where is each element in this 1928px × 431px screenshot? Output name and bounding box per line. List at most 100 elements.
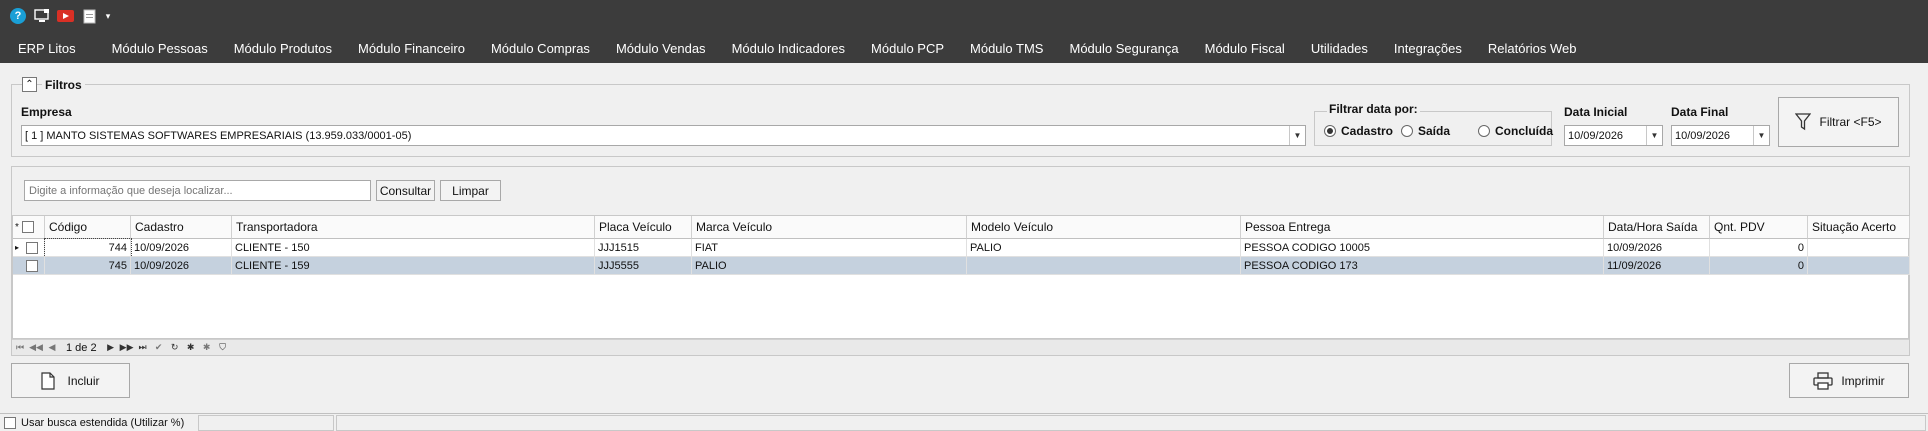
column-header[interactable]: Cadastro (131, 216, 232, 239)
table-cell-placa[interactable]: JJJ1515 (595, 239, 692, 257)
table-cell-qnt[interactable]: 0 (1710, 239, 1808, 257)
menu-item-modulo-pessoas[interactable]: Módulo Pessoas (99, 41, 221, 56)
table-cell-saida[interactable]: 10/09/2026 (1604, 239, 1710, 257)
post-check-icon[interactable]: ✔ (151, 342, 167, 353)
table-cell-transportadora[interactable]: CLIENTE - 159 (232, 257, 595, 275)
data-final-field[interactable]: 10/09/2026 ▼ (1671, 125, 1770, 146)
new-document-icon (41, 371, 56, 390)
insert-icon[interactable]: ✱ (183, 342, 199, 353)
table-cell-marca[interactable]: PALIO (692, 257, 967, 275)
data-inicial-field[interactable]: 10/09/2026 ▼ (1564, 125, 1663, 146)
row-checkbox[interactable] (26, 259, 38, 272)
menu-item-modulo-fiscal[interactable]: Módulo Fiscal (1192, 41, 1298, 56)
filter-row-icon[interactable]: ⛉ (215, 342, 231, 353)
incluir-button[interactable]: Incluir (11, 363, 130, 398)
delete-icon[interactable]: ✱ (199, 342, 215, 353)
refresh-icon[interactable]: ↻ (167, 342, 183, 353)
table-cell-modelo[interactable]: PALIO (967, 239, 1241, 257)
menu-item-modulo-compras[interactable]: Módulo Compras (478, 41, 603, 56)
quick-access-dropdown-icon[interactable]: ▾ (103, 8, 113, 24)
column-header[interactable]: Marca Veículo (692, 216, 967, 239)
table-cell-cadastro[interactable]: 10/09/2026 (131, 239, 232, 257)
menu-item-modulo-tms[interactable]: Módulo TMS (957, 41, 1056, 56)
row-selector[interactable]: ▸ (13, 239, 45, 257)
menu-item-modulo-indicadores[interactable]: Módulo Indicadores (719, 41, 858, 56)
select-all-checkbox[interactable] (21, 221, 34, 233)
monitor-icon[interactable] (34, 8, 50, 24)
menu-item-modulo-produtos[interactable]: Módulo Produtos (221, 41, 345, 56)
menu-item-integracoes[interactable]: Integrações (1381, 41, 1475, 56)
radio-concluida[interactable]: Concluída (1478, 124, 1553, 138)
row-selector[interactable] (13, 257, 45, 275)
document-icon[interactable] (82, 8, 96, 24)
column-header[interactable]: Transportadora (232, 216, 595, 239)
prev-record-icon[interactable]: ◀ (44, 342, 60, 353)
grid-navigator: ⏮ ◀◀ ◀ 1 de 2 ▶ ▶▶ ⏭ ✔ ↻ ✱ ✱ ⛉ (12, 339, 1909, 355)
column-header[interactable]: Placa Veículo (595, 216, 692, 239)
title-bar: ? ▾ (0, 0, 1928, 33)
column-header[interactable]: Pessoa Entrega (1241, 216, 1604, 239)
radio-unchecked-icon (1401, 125, 1413, 137)
next-page-icon[interactable]: ▶▶ (119, 342, 135, 353)
collapse-filtros-icon[interactable]: ⌃ (22, 77, 37, 92)
filtros-title: Filtros (42, 78, 85, 92)
chevron-down-icon[interactable]: ▼ (1646, 126, 1662, 145)
prev-page-icon[interactable]: ◀◀ (28, 342, 44, 353)
filtrar-data-label: Filtrar data por: (1327, 102, 1420, 116)
status-bar: Usar busca estendida (Utilizar %) (0, 413, 1928, 431)
menu-item-modulo-seguranca[interactable]: Módulo Segurança (1056, 41, 1191, 56)
row-checkbox[interactable] (26, 241, 38, 254)
limpar-button[interactable]: Limpar (440, 180, 501, 201)
table-cell-modelo[interactable] (967, 257, 1241, 275)
busca-estendida-checkbox[interactable] (4, 417, 16, 429)
table-cell-saida[interactable]: 11/09/2026 (1604, 257, 1710, 275)
radio-checked-icon (1324, 125, 1336, 137)
table-cell-placa[interactable]: JJJ5555 (595, 257, 692, 275)
empresa-select[interactable]: [ 1 ] MANTO SISTEMAS SOFTWARES EMPRESARI… (21, 125, 1306, 146)
menu-item-erp-litos[interactable]: ERP Litos (8, 41, 99, 56)
chevron-down-icon[interactable]: ▼ (1753, 126, 1769, 145)
table-row[interactable]: ▸ 744 10/09/2026 CLIENTE - 150 JJJ1515 FIAT PA… (13, 238, 1910, 258)
data-inicial-value: 10/09/2026 (1568, 129, 1624, 142)
filtrar-button[interactable]: Filtrar <F5> (1778, 97, 1899, 147)
column-header[interactable]: Qnt. PDV (1710, 216, 1808, 239)
menu-item-modulo-financeiro[interactable]: Módulo Financeiro (345, 41, 478, 56)
table-cell-codigo[interactable]: 744 (44, 238, 132, 258)
select-all-header: * (13, 216, 45, 239)
table-cell-situacao[interactable] (1808, 239, 1910, 257)
radio-cadastro[interactable]: Cadastro (1324, 124, 1393, 138)
table-cell-qnt[interactable]: 0 (1710, 257, 1808, 275)
table-cell-pessoa[interactable]: PESSOA CODIGO 173 (1241, 257, 1604, 275)
column-header[interactable]: Situação Acerto (1808, 216, 1910, 239)
next-record-icon[interactable]: ▶ (103, 342, 119, 353)
table-cell-transportadora[interactable]: CLIENTE - 150 (232, 239, 595, 257)
column-header[interactable]: Modelo Veículo (967, 216, 1241, 239)
imprimir-button[interactable]: Imprimir (1789, 363, 1909, 398)
table-cell-codigo[interactable]: 745 (45, 257, 131, 275)
radio-saida[interactable]: Saída (1401, 124, 1450, 138)
chevron-down-icon[interactable]: ▼ (1289, 126, 1305, 145)
consultar-button[interactable]: Consultar (376, 180, 435, 201)
busca-estendida-toggle[interactable]: Usar busca estendida (Utilizar %) (1, 415, 196, 431)
table-cell-situacao[interactable] (1808, 257, 1910, 275)
pager-text: 1 de 2 (66, 341, 97, 354)
menu-item-utilidades[interactable]: Utilidades (1298, 41, 1381, 56)
table-cell-cadastro[interactable]: 10/09/2026 (131, 257, 232, 275)
table-row[interactable]: 745 10/09/2026 CLIENTE - 159 JJJ5555 PALIO PE… (13, 257, 1910, 275)
table-cell-marca[interactable]: FIAT (692, 239, 967, 257)
first-page-icon[interactable]: ⏮ (12, 342, 28, 353)
last-page-icon[interactable]: ⏭ (135, 342, 151, 353)
radio-cadastro-label: Cadastro (1341, 124, 1394, 138)
menu-item-modulo-vendas[interactable]: Módulo Vendas (603, 41, 719, 56)
column-header[interactable]: Data/Hora Saída (1604, 216, 1710, 239)
new-row-indicator: * (15, 221, 19, 233)
table-cell-pessoa[interactable]: PESSOA CODIGO 10005 (1241, 239, 1604, 257)
search-input[interactable] (24, 180, 371, 201)
column-header[interactable]: Código (45, 216, 131, 239)
menu-item-relatorios-web[interactable]: Relatórios Web (1475, 41, 1590, 56)
busca-estendida-label: Usar busca estendida (Utilizar %) (21, 417, 185, 429)
menu-item-modulo-pcp[interactable]: Módulo PCP (858, 41, 957, 56)
status-panel-2 (336, 415, 1926, 431)
help-icon[interactable]: ? (10, 8, 26, 24)
video-icon[interactable] (57, 8, 74, 24)
